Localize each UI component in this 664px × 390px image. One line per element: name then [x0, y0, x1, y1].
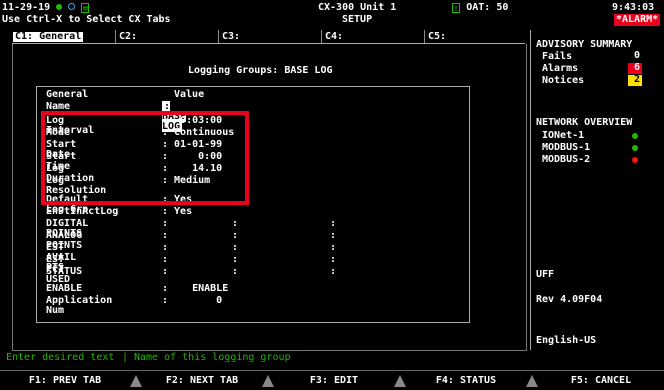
status-green-icon [56, 4, 63, 10]
clock: 9:43:03 [612, 2, 655, 13]
date-display: 11-29-19 ▤ [2, 2, 90, 13]
tab-general[interactable]: C1: General [12, 30, 116, 43]
alarms-count[interactable]: 6 [628, 63, 642, 74]
tab-c4[interactable]: C4: [322, 30, 425, 43]
status-red-icon [632, 157, 638, 163]
revision-label: Rev 4.09F04 [536, 294, 603, 305]
status-description: Name of this logging group [134, 352, 291, 363]
f4-status-button[interactable]: F4: STATUS [406, 371, 526, 390]
header-value: Value [174, 89, 205, 100]
status-hint: Enter desired text [6, 352, 115, 363]
highlight-box [41, 111, 249, 205]
status-green-icon [632, 133, 638, 139]
fails-count[interactable]: 0 [628, 51, 642, 62]
status-bar: Enter desired text | Name of this loggin… [0, 353, 664, 365]
oat-display: ▯ OAT: 50 [452, 2, 509, 13]
f3-edit-button[interactable]: F3: EDIT [274, 371, 394, 390]
tab-c2[interactable]: C2: [116, 30, 219, 43]
f1-prev-tab-button[interactable]: F1: PREV TAB [0, 371, 130, 390]
hint-text: Use Ctrl-X to Select CX Tabs [2, 14, 171, 25]
key-divider [130, 375, 142, 387]
function-key-bar: F1: PREV TAB F2: NEXT TAB F3: EDIT F4: S… [0, 370, 664, 390]
tab-bar: C1: General C2: C3: C4: C5: [12, 30, 525, 44]
network-ionet-1[interactable]: IONet-1 [542, 131, 584, 141]
alarm-badge[interactable]: *ALARM* [614, 14, 661, 26]
status-green-icon [632, 145, 638, 151]
status-separator: | [122, 352, 129, 363]
advisory-title: ADVISORY SUMMARY [536, 39, 633, 50]
network-modbus-2[interactable]: MODBUS-2 [542, 155, 590, 165]
unit-name: CX-300 Unit 1 [318, 2, 397, 13]
thermometer-icon: ▯ [452, 3, 461, 13]
fails-label: Fails [542, 51, 573, 62]
key-divider [394, 375, 406, 387]
uff-label: UFF [536, 269, 555, 280]
notices-count[interactable]: 2 [628, 75, 642, 86]
header-general: General [46, 89, 89, 100]
f5-cancel-button[interactable]: F5: CANCEL [538, 371, 664, 390]
alarms-label: Alarms [542, 63, 579, 74]
wifi-icon [68, 3, 76, 10]
screen-name: SETUP [342, 14, 373, 25]
tab-c3[interactable]: C3: [219, 30, 322, 43]
key-divider [262, 375, 274, 387]
tab-c5[interactable]: C5: [425, 30, 525, 43]
notices-label: Notices [542, 75, 585, 86]
device-icon: ▤ [81, 3, 90, 13]
f2-next-tab-button[interactable]: F2: NEXT TAB [142, 371, 262, 390]
key-divider [526, 375, 538, 387]
network-title: NETWORK OVERVIEW [536, 117, 633, 128]
language-label[interactable]: English-US [536, 336, 596, 346]
page-title: Logging Groups: BASE LOG [188, 65, 333, 76]
network-modbus-1[interactable]: MODBUS-1 [542, 143, 590, 153]
